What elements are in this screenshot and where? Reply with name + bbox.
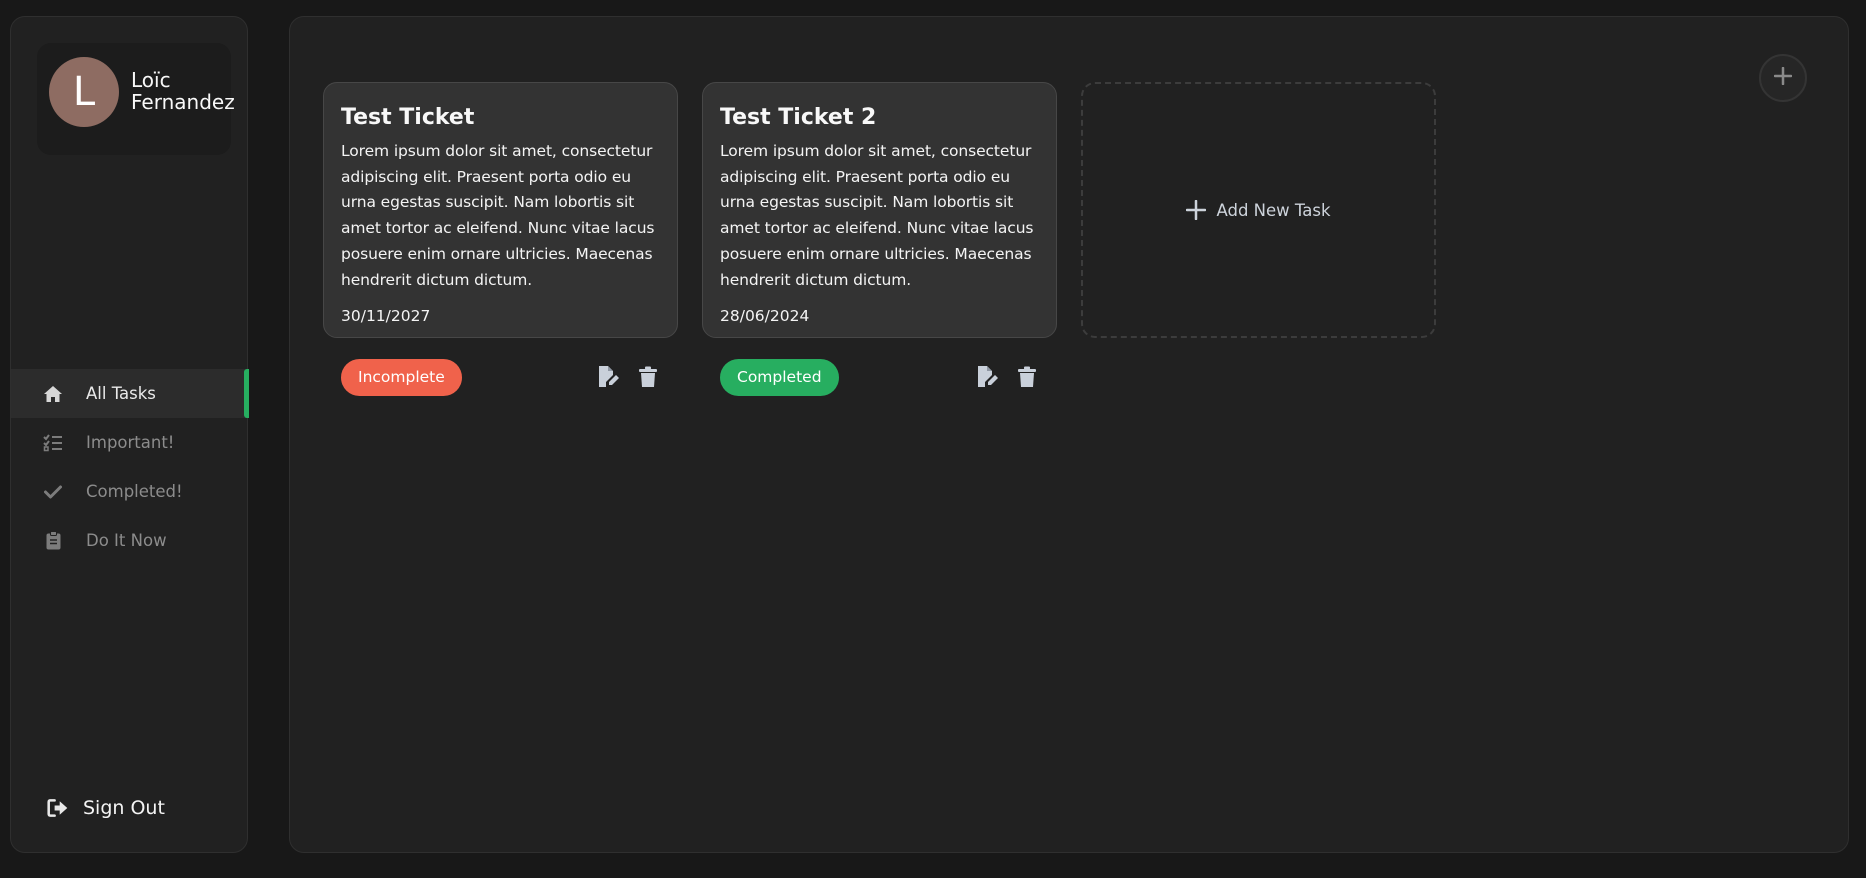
task-actions — [596, 365, 660, 389]
trash-icon[interactable] — [636, 365, 660, 389]
clipboard-icon — [42, 530, 64, 552]
task-actions — [975, 365, 1039, 389]
status-badge[interactable]: Incomplete — [341, 358, 462, 396]
task-date: 28/06/2024 — [720, 307, 810, 325]
task-card: Test Ticket Lorem ipsum dolor sit amet, … — [323, 82, 678, 396]
sidebar: L Loïc Fernandez All Tasks Important! Co… — [10, 16, 249, 853]
sidebar-item-label: Do It Now — [86, 531, 167, 550]
sign-out-label: Sign Out — [83, 797, 165, 819]
plus-icon — [1186, 200, 1207, 220]
sidebar-item-label: All Tasks — [86, 384, 156, 403]
edit-icon[interactable] — [596, 365, 620, 389]
main-panel: Test Ticket Lorem ipsum dolor sit amet, … — [289, 16, 1849, 853]
status-badge[interactable]: Completed — [720, 358, 839, 396]
task-footer: Incomplete — [341, 358, 662, 396]
sidebar-nav: All Tasks Important! Completed! Do It No… — [11, 369, 249, 565]
sidebar-item-label: Important! — [86, 433, 175, 452]
task-title: Test Ticket 2 — [720, 105, 877, 130]
profile-name: Loïc Fernandez — [131, 68, 235, 114]
task-description: Lorem ipsum dolor sit amet, consectetur … — [720, 142, 1034, 289]
home-icon — [42, 383, 64, 405]
sign-out-icon — [47, 797, 69, 819]
avatar: L — [49, 57, 119, 127]
edit-icon[interactable] — [975, 365, 999, 389]
task-description: Lorem ipsum dolor sit amet, consectetur … — [341, 142, 655, 289]
add-new-task-card[interactable]: Add New Task — [1081, 82, 1436, 338]
trash-icon[interactable] — [1015, 365, 1039, 389]
plus-icon — [1773, 66, 1793, 89]
task-title: Test Ticket — [341, 105, 475, 130]
sidebar-item-completed[interactable]: Completed! — [11, 467, 249, 516]
task-date: 30/11/2027 — [341, 307, 431, 325]
sidebar-item-label: Completed! — [86, 482, 183, 501]
add-new-task-label: Add New Task — [1216, 200, 1331, 220]
task-card: Test Ticket 2 Lorem ipsum dolor sit amet… — [702, 82, 1057, 396]
list-check-icon — [42, 432, 64, 454]
task-footer: Completed — [720, 358, 1041, 396]
sidebar-item-important[interactable]: Important! — [11, 418, 249, 467]
check-icon — [42, 481, 64, 503]
sign-out-button[interactable]: Sign Out — [47, 793, 165, 823]
sidebar-item-all-tasks[interactable]: All Tasks — [11, 369, 249, 418]
sidebar-item-do-it-now[interactable]: Do It Now — [11, 516, 249, 565]
add-task-button[interactable] — [1759, 54, 1807, 102]
